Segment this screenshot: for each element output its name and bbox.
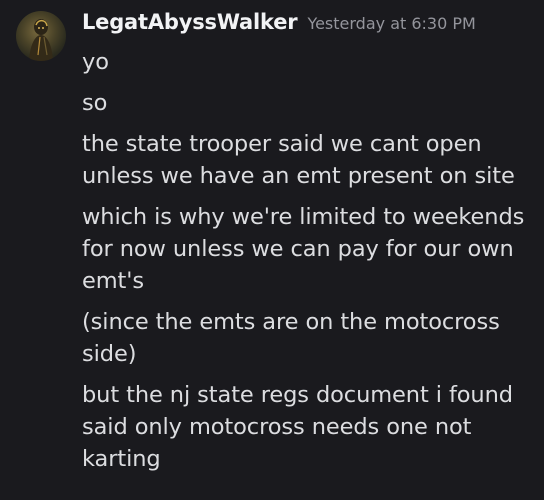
message-line: but the nj state regs document i found s… <box>82 382 513 472</box>
message-body: yo so the state trooper said we cant ope… <box>82 46 532 484</box>
message-timestamp: Yesterday at 6:30 PM <box>307 14 476 33</box>
message-line: which is why we're limited to weekends f… <box>82 204 525 294</box>
message-line: (since the emts are on the motocross sid… <box>82 309 500 367</box>
message-line: yo <box>82 49 109 75</box>
message-line: the state trooper said we cant open unle… <box>82 131 515 189</box>
chat-message: LegatAbyssWalker Yesterday at 6:30 PM yo… <box>0 0 544 500</box>
message-line: so <box>82 90 108 116</box>
message-header: LegatAbyssWalker Yesterday at 6:30 PM <box>82 10 476 42</box>
user-avatar-icon[interactable] <box>16 11 66 61</box>
username[interactable]: LegatAbyssWalker <box>82 10 298 34</box>
